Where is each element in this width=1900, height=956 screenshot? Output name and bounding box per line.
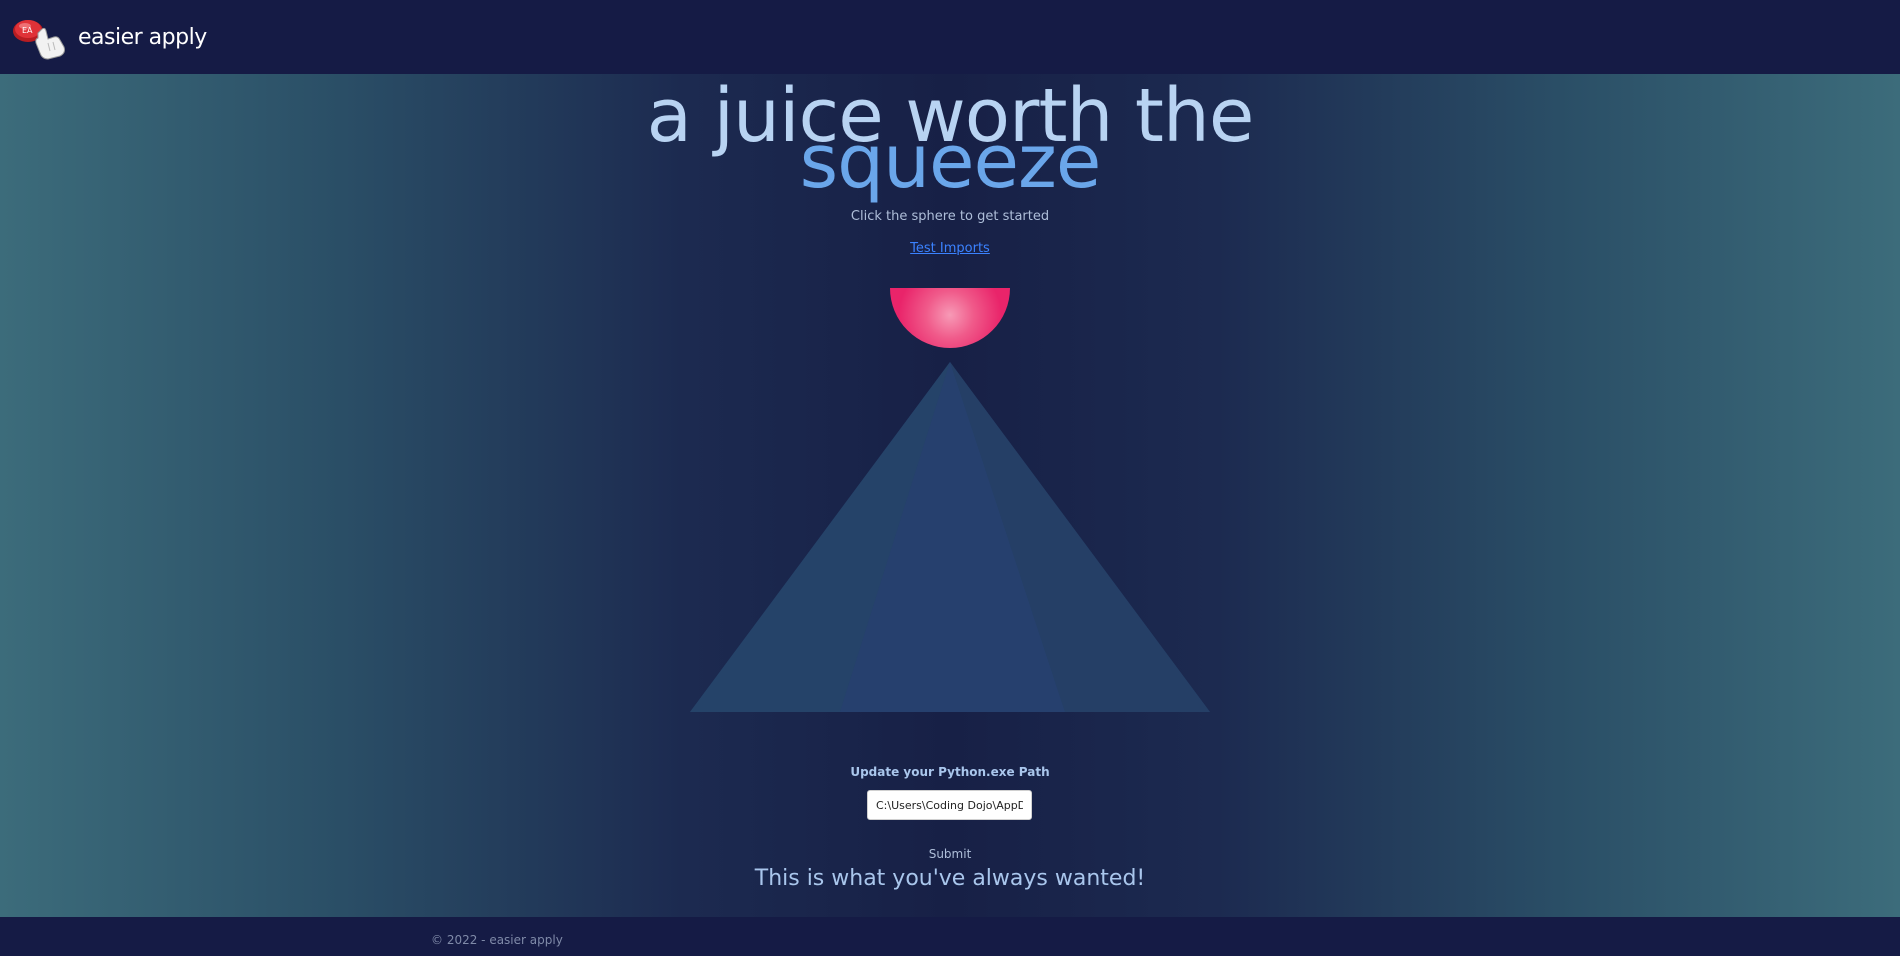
pyramid-icon — [690, 362, 1210, 712]
hero-title-line2: squeeze — [799, 119, 1102, 205]
hero-subtitle: Click the sphere to get started — [850, 209, 1050, 224]
test-imports-wrapper: Test Imports — [0, 241, 1900, 256]
half-sphere-icon[interactable] — [890, 288, 1010, 348]
python-path-label: Update your Python.exe Path — [850, 765, 1050, 779]
test-imports-link[interactable]: Test Imports — [910, 241, 990, 256]
brand-link[interactable]: EA easier apply — [8, 13, 207, 61]
svg-text:EA: EA — [22, 26, 33, 35]
footer-copyright: © 2022 - easier apply — [431, 933, 563, 947]
hand-clicking-red-button-icon: EA — [8, 13, 72, 61]
brand-name: easier apply — [78, 24, 207, 50]
submit-button[interactable]: Submit — [900, 844, 1000, 864]
main-content: a juice worth the squeeze Click the sphe… — [0, 74, 1900, 917]
tagline-text: This is what you've always wanted! — [754, 866, 1146, 891]
top-navbar: EA easier apply — [0, 0, 1900, 74]
footer: © 2022 - easier apply — [0, 917, 1900, 956]
python-path-input[interactable] — [867, 790, 1032, 820]
